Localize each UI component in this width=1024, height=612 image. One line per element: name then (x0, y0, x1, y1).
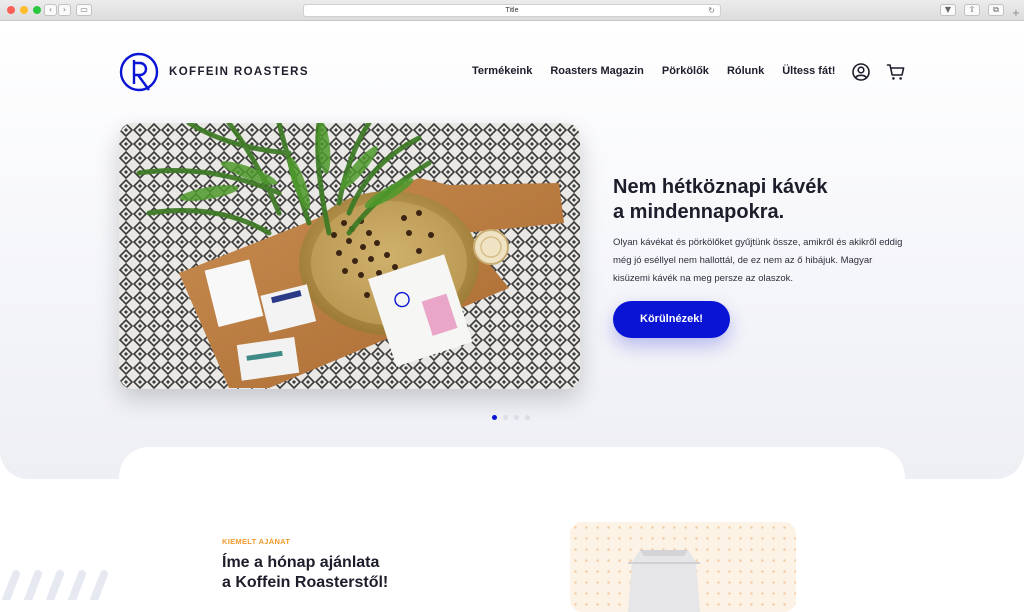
featured-product-card[interactable] (570, 522, 796, 612)
featured-heading: Íme a hónap ajánlata a Koffein Roasterst… (222, 553, 482, 593)
slider-pagination (492, 415, 530, 420)
share-icon[interactable]: ⇧ (964, 4, 980, 16)
hero-heading: Nem hétköznapi kávék a mindennapokra. (613, 175, 873, 225)
new-tab-icon[interactable]: + (1010, 9, 1022, 20)
cart-icon[interactable] (886, 62, 906, 82)
hero-heading-line2: a mindennapokra. (613, 201, 785, 223)
slider-dot[interactable] (492, 415, 497, 420)
page-title: Title (505, 7, 519, 14)
nav-item-porkolok[interactable]: Pörkölők (662, 65, 709, 77)
slider-dot[interactable] (503, 415, 508, 420)
browser-chrome: ‹ › ▭ Title ↻ ▼ ⇧ ⧉ + (0, 0, 1024, 21)
browse-button[interactable]: Körülnézek! (613, 301, 730, 338)
koffein-logo-icon (119, 52, 159, 92)
download-icon[interactable]: ▼ (940, 4, 956, 16)
slider-dot[interactable] (514, 415, 519, 420)
nav-item-roasters-magazin[interactable]: Roasters Magazin (550, 65, 644, 77)
reload-icon[interactable]: ↻ (708, 5, 715, 17)
featured-heading-line1: Íme a hónap ajánlata (222, 554, 380, 571)
chevron-left-icon[interactable]: ‹ (44, 4, 57, 16)
decorative-stripes (2, 570, 108, 600)
brand-name: KOFFEIN ROASTERS (169, 66, 309, 78)
sidebar-toggle-icon[interactable]: ▭ (76, 4, 92, 16)
nav-item-termekeink[interactable]: Termékeink (472, 65, 532, 77)
featured-heading-line2: a Koffein Roasterstől! (222, 574, 389, 591)
coffee-bag-image (628, 550, 700, 612)
hero-heading-line1: Nem hétköznapi kávék (613, 176, 828, 198)
user-circle-icon[interactable] (851, 62, 871, 82)
hero-description: Olyan kávékat és pörkölőket gyűjtünk öss… (613, 237, 903, 284)
address-bar[interactable]: Title ↻ (303, 4, 721, 17)
window-controls (7, 6, 41, 14)
hero-image (119, 123, 580, 389)
slider-dot[interactable] (525, 415, 530, 420)
chevron-right-icon[interactable]: › (58, 4, 71, 16)
content-card-top (119, 447, 905, 507)
minimize-window-button[interactable] (20, 6, 28, 14)
close-window-button[interactable] (7, 6, 15, 14)
featured-kicker: KIEMELT AJÁNAT (222, 537, 291, 546)
nav-item-ultess-fat[interactable]: Ültess fát! (782, 65, 835, 77)
main-nav: Termékeink Roasters Magazin Pörkölők Ról… (472, 65, 835, 77)
tabs-icon[interactable]: ⧉ (988, 4, 1004, 16)
site-logo[interactable]: KOFFEIN ROASTERS (119, 52, 309, 92)
nav-item-rolunk[interactable]: Rólunk (727, 65, 764, 77)
zoom-window-button[interactable] (33, 6, 41, 14)
